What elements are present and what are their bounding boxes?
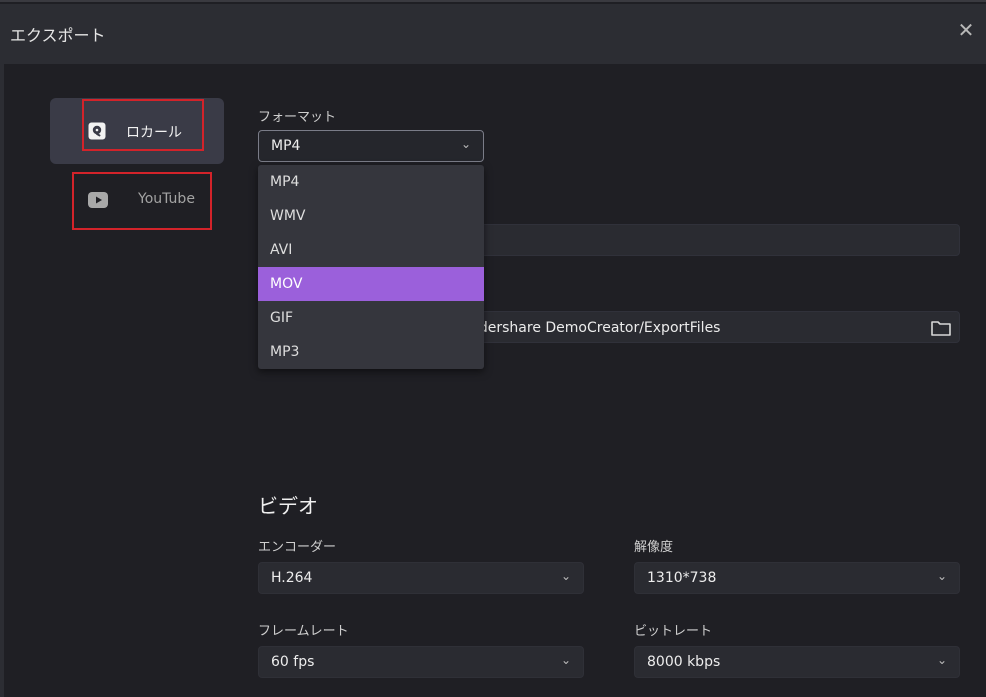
- dialog-content: ロカール YouTube フォーマット MP4 ⌄ ndershare Demo…: [0, 64, 986, 697]
- close-icon[interactable]: ✕: [954, 18, 978, 42]
- format-option[interactable]: AVI: [258, 233, 484, 267]
- chevron-down-icon: ⌄: [560, 569, 571, 583]
- resolution-label: 解像度: [634, 540, 674, 555]
- format-option[interactable]: MP3: [258, 335, 484, 369]
- title-bar: エクスポート ✕: [0, 4, 986, 64]
- dialog-title: エクスポート: [10, 26, 106, 45]
- filename-field[interactable]: [474, 224, 960, 256]
- resolution-select[interactable]: 1310*738 ⌄: [634, 562, 960, 594]
- chevron-down-icon: ⌄: [936, 653, 947, 667]
- format-select[interactable]: MP4 ⌄: [258, 130, 484, 162]
- encoder-label: エンコーダー: [258, 540, 337, 555]
- chevron-down-icon: ⌄: [936, 569, 947, 583]
- format-dropdown: MP4 WMV AVI MOV GIF MP3: [258, 165, 484, 369]
- chevron-down-icon: ⌄: [560, 653, 571, 667]
- bitrate-value: 8000 kbps: [647, 654, 721, 670]
- format-option[interactable]: MP4: [258, 165, 484, 199]
- resolution-value: 1310*738: [647, 570, 717, 586]
- highlight-box-youtube: [72, 172, 212, 230]
- framerate-select[interactable]: 60 fps ⌄: [258, 646, 584, 678]
- highlight-box-local: [82, 99, 204, 151]
- chevron-down-icon: ⌄: [460, 137, 471, 151]
- folder-icon[interactable]: [930, 318, 952, 338]
- save-path-text: ndershare DemoCreator/ExportFiles: [470, 320, 721, 336]
- framerate-label: フレームレート: [258, 624, 349, 639]
- format-option[interactable]: GIF: [258, 301, 484, 335]
- export-dialog: エクスポート ✕ ロカール YouTube フォーマット MP4 ⌄ nders…: [0, 0, 986, 697]
- format-option[interactable]: WMV: [258, 199, 484, 233]
- video-section-title: ビデオ: [258, 494, 318, 518]
- encoder-select[interactable]: H.264 ⌄: [258, 562, 584, 594]
- bitrate-label: ビットレート: [634, 624, 713, 639]
- format-option-highlighted[interactable]: MOV: [258, 267, 484, 301]
- bitrate-select[interactable]: 8000 kbps ⌄: [634, 646, 960, 678]
- format-label: フォーマット: [258, 110, 337, 125]
- format-selected-value: MP4: [271, 138, 301, 154]
- framerate-value: 60 fps: [271, 654, 315, 670]
- encoder-value: H.264: [271, 570, 313, 586]
